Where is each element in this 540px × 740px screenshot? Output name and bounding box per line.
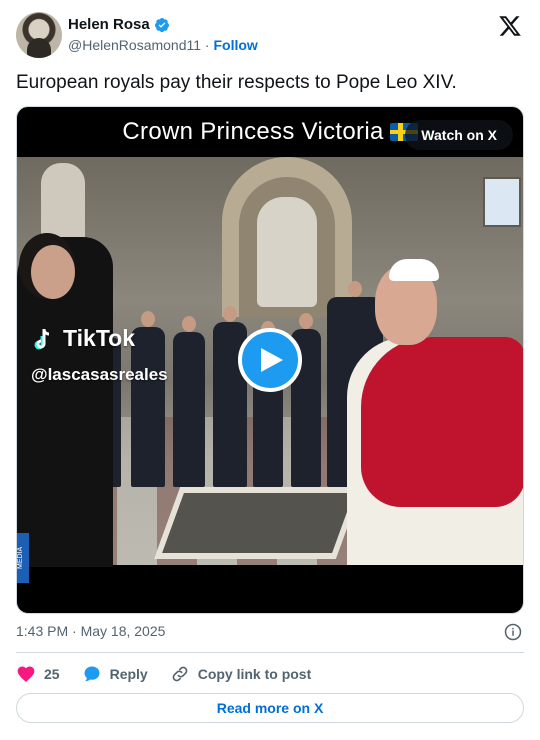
verified-badge-icon [154, 17, 169, 32]
info-icon[interactable] [504, 623, 522, 641]
tweet-text: European royals pay their respects to Po… [16, 72, 457, 93]
like-count: 25 [44, 666, 60, 682]
tweet-meta: 1:43 PM · May 18, 2025 [16, 623, 524, 643]
handle-separator: · [204, 37, 210, 53]
reply-button[interactable]: Reply [82, 664, 148, 684]
video-player[interactable]: Crown Princess Victoria Watch on X MEDIA… [16, 106, 524, 614]
play-button[interactable] [238, 328, 302, 392]
tiktok-brand: TikTok [63, 325, 135, 351]
action-bar: 25 Reply Copy link to post [16, 662, 524, 686]
x-logo-icon[interactable] [498, 14, 522, 38]
author-handle[interactable]: @HelenRosamond11 [68, 37, 201, 53]
crown-princess-head [31, 245, 75, 299]
link-icon [172, 666, 188, 682]
copy-link-button[interactable]: Copy link to post [170, 664, 312, 684]
tweet-embed: Helen Rosa @HelenRosamond11 · Follow Eur… [0, 0, 540, 740]
play-icon [261, 348, 283, 372]
pope-zucchetto [389, 259, 439, 281]
copy-link-label: Copy link to post [197, 666, 312, 682]
timestamp[interactable]: 1:43 PM · May 18, 2025 [16, 623, 165, 639]
reply-icon [84, 666, 100, 682]
follow-button[interactable]: Follow [213, 37, 257, 53]
media-side-label: MEDIA [17, 533, 29, 583]
pope-mozzetta [361, 337, 523, 507]
tiktok-watermark: TikTok [33, 325, 135, 352]
person-figure [173, 316, 205, 487]
author-display-name[interactable]: Helen Rosa [68, 16, 150, 33]
basilica-window [483, 177, 521, 227]
watch-on-x-button[interactable]: Watch on X [405, 120, 513, 150]
like-button[interactable]: 25 [16, 664, 60, 684]
avatar[interactable] [16, 12, 62, 58]
heart-icon [17, 666, 35, 682]
crowd-of-royals [81, 281, 391, 487]
person-figure [131, 311, 165, 487]
tiktok-username: @lascasasreales [31, 365, 168, 384]
author-name-row: Helen Rosa [68, 16, 170, 33]
floor-inlay [153, 487, 363, 559]
divider [16, 652, 524, 653]
tweet-header: Helen Rosa @HelenRosamond11 · Follow [16, 12, 524, 60]
video-caption: Crown Princess Victoria [122, 118, 384, 145]
author-handle-row: @HelenRosamond11 · Follow [68, 37, 258, 53]
tiktok-logo-icon [34, 328, 50, 349]
reply-label: Reply [109, 666, 148, 682]
read-more-button[interactable]: Read more on X [16, 693, 524, 723]
